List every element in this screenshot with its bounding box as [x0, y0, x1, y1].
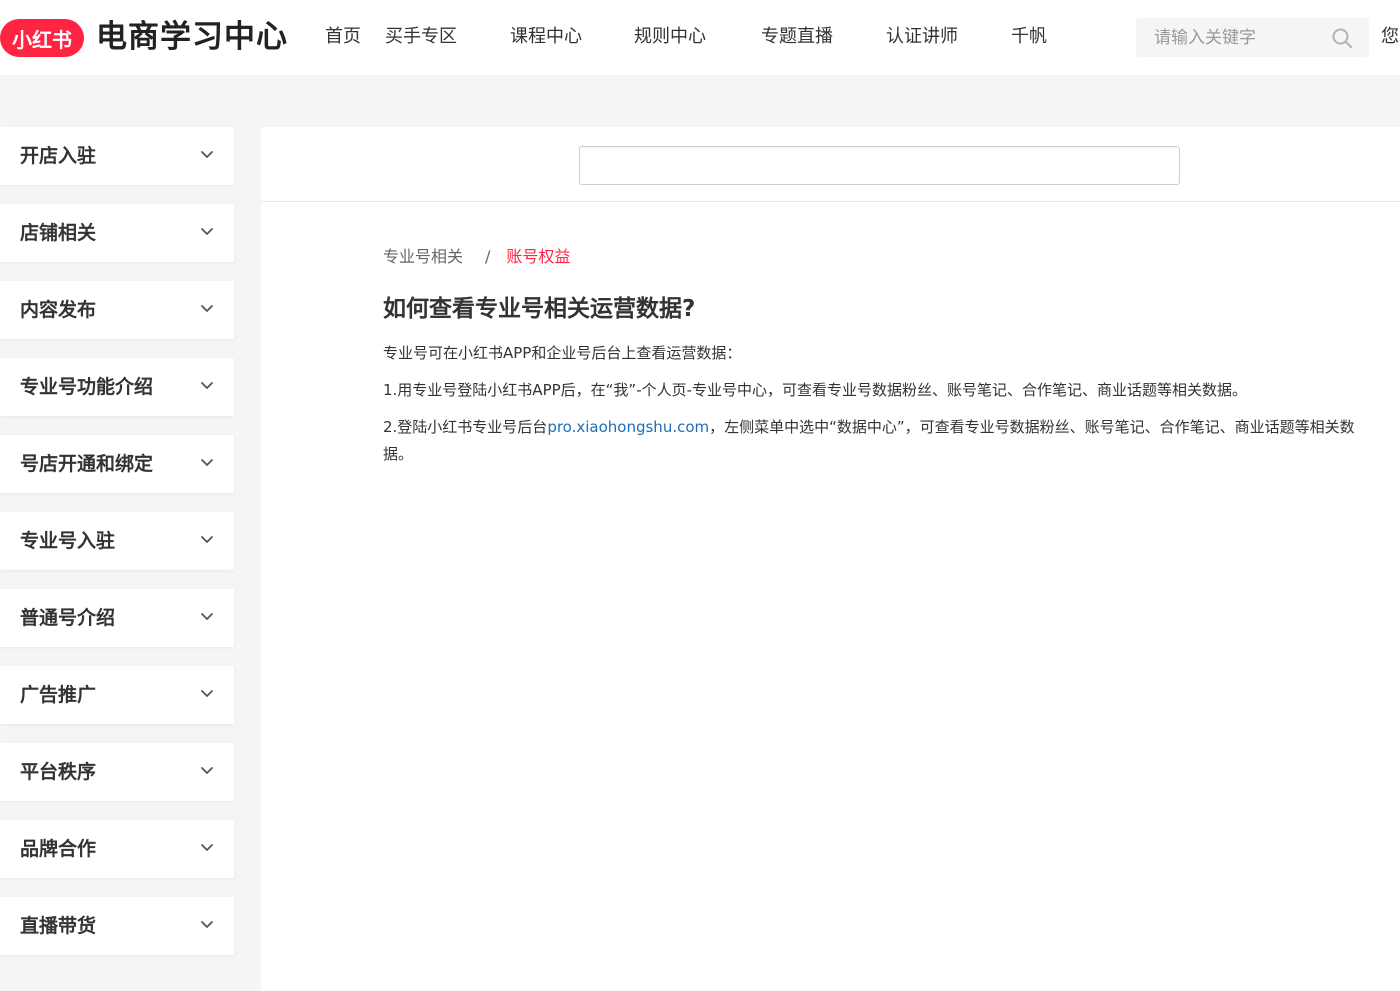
pro-site-link[interactable]: pro.xiaohongshu.com	[547, 418, 709, 436]
sidebar-item-label: 店铺相关	[20, 222, 97, 244]
content-search-input[interactable]	[579, 146, 1180, 185]
nav-item-courses[interactable]: 课程中心	[510, 24, 582, 50]
nav-item-qianfan[interactable]: 千帆	[1011, 24, 1047, 50]
logo-badge[interactable]: 小红书	[0, 19, 84, 57]
nav-item-live[interactable]: 专题直播	[761, 24, 833, 50]
article-step-1: 1.用专业号登陆小红书APP后，在“我”-个人页-专业号中心，可查看专业号数据粉…	[383, 381, 1248, 399]
sidebar-item[interactable]: 专业号入驻	[0, 512, 234, 570]
sidebar-item[interactable]: 品牌合作	[0, 820, 234, 878]
nav-item-lecturers[interactable]: 认证讲师	[886, 24, 958, 50]
sidebar-item-label: 直播带货	[20, 915, 97, 937]
article-intro: 专业号可在小红书APP和企业号后台上查看运营数据：	[383, 344, 742, 362]
main-content: 专业号相关 / 账号权益 如何查看专业号相关运营数据? 专业号可在小红书APP和企业…	[261, 127, 1400, 991]
header: 小红书 电商学习中心 首页 买手专区 课程中心 规则中心 专题直播 认证讲师 千…	[0, 0, 1400, 75]
breadcrumb: 专业号相关 / 账号权益	[383, 246, 570, 268]
sidebar-item-label: 平台秩序	[20, 761, 97, 783]
sidebar-item[interactable]: 广告推广	[0, 666, 234, 724]
sidebar-item[interactable]: 内容发布	[0, 281, 234, 339]
site-title[interactable]: 电商学习中心	[96, 16, 288, 58]
step-2-prefix: 2.登陆小红书专业号后台	[383, 418, 548, 436]
sidebar-item-label: 开店入驻	[20, 145, 97, 167]
chevron-down-icon[interactable]	[200, 227, 214, 237]
chevron-down-icon[interactable]	[200, 843, 214, 853]
article-title: 如何查看专业号相关运营数据?	[383, 296, 696, 322]
chevron-down-icon[interactable]	[200, 535, 214, 545]
chevron-down-icon[interactable]	[200, 458, 214, 468]
search-icon[interactable]	[1331, 27, 1353, 49]
breadcrumb-parent[interactable]: 专业号相关	[383, 247, 463, 266]
sidebar-item[interactable]: 专业号功能介绍	[0, 358, 234, 416]
sidebar-item-label: 专业号入驻	[20, 530, 116, 552]
chevron-down-icon[interactable]	[200, 381, 214, 391]
sidebar-item-label: 号店开通和绑定	[20, 453, 154, 475]
breadcrumb-current[interactable]: 账号权益	[506, 247, 570, 266]
nav-item-buyer-zone[interactable]: 买手专区	[385, 24, 457, 50]
user-link-cut[interactable]: 您	[1381, 24, 1400, 50]
sidebar-item-label: 广告推广	[20, 684, 97, 706]
sidebar-item-label: 专业号功能介绍	[20, 376, 154, 398]
chevron-down-icon[interactable]	[200, 150, 214, 160]
sidebar-item[interactable]: 开店入驻	[0, 127, 234, 185]
sidebar-item-label: 品牌合作	[20, 838, 97, 860]
divider	[261, 201, 1400, 202]
sidebar-item-label: 内容发布	[20, 299, 97, 321]
sidebar-item[interactable]: 平台秩序	[0, 743, 234, 801]
nav-item-home[interactable]: 首页	[325, 24, 361, 50]
chevron-down-icon[interactable]	[200, 612, 214, 622]
sidebar-item[interactable]: 店铺相关	[0, 204, 234, 262]
chevron-down-icon[interactable]	[200, 766, 214, 776]
nav-item-rules[interactable]: 规则中心	[634, 24, 706, 50]
sidebar-item-label: 普通号介绍	[20, 607, 116, 629]
chevron-down-icon[interactable]	[200, 689, 214, 699]
article-step-2: 2.登陆小红书专业号后台pro.xiaohongshu.com，左侧菜单中选中“…	[383, 414, 1373, 468]
sidebar-item[interactable]: 普通号介绍	[0, 589, 234, 647]
chevron-down-icon[interactable]	[200, 304, 214, 314]
chevron-down-icon[interactable]	[200, 920, 214, 930]
header-search	[1136, 18, 1369, 57]
search-input[interactable]	[1136, 18, 1334, 57]
sidebar: 开店入驻店铺相关内容发布专业号功能介绍 号店开通和绑定 专业号入驻普通号介绍广告推广…	[0, 127, 234, 974]
sidebar-item[interactable]: 号店开通和绑定	[0, 435, 234, 493]
breadcrumb-separator: /	[485, 247, 491, 266]
sidebar-item[interactable]: 直播带货	[0, 897, 234, 955]
